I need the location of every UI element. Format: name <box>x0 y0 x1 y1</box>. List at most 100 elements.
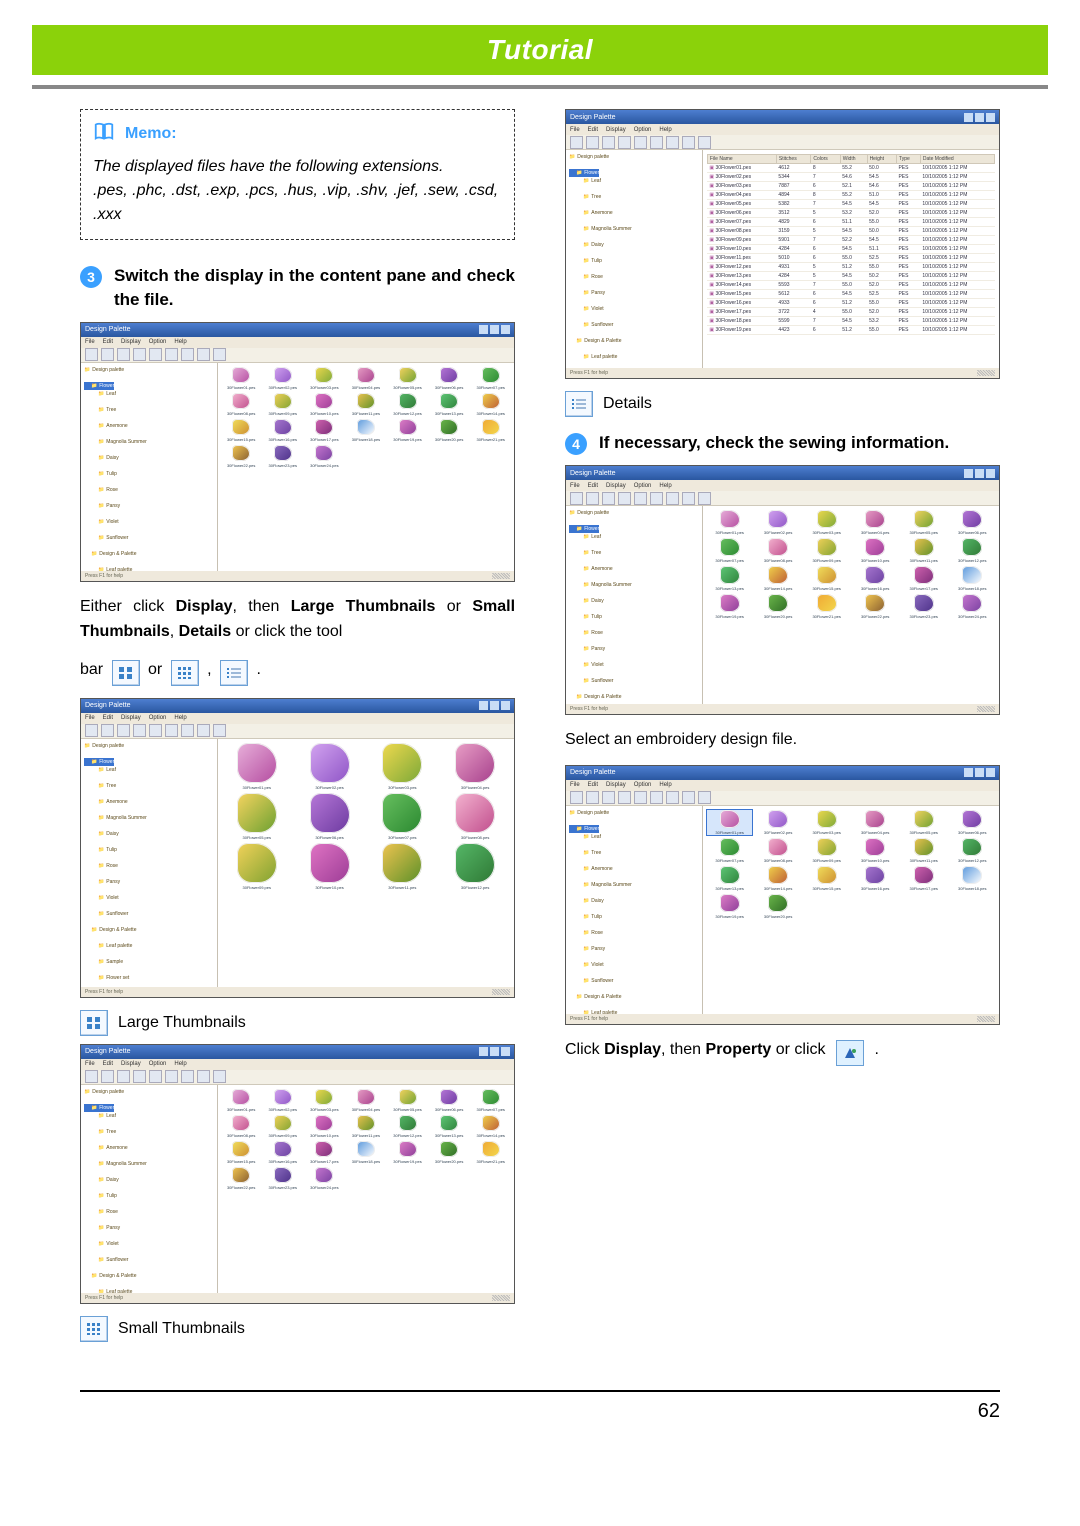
small-thumbnails-icon[interactable] <box>80 1316 108 1342</box>
toolbar-button[interactable] <box>117 724 130 737</box>
table-row[interactable]: ▣ 30Flower17.pes3722455.052.0PES10/10/20… <box>707 308 994 317</box>
tree-node[interactable]: Pansy <box>84 878 214 886</box>
thumbnail-item[interactable]: 30Flower02.pes <box>755 510 801 535</box>
details-icon[interactable] <box>220 660 248 686</box>
tree-node[interactable]: Daisy <box>84 1176 214 1184</box>
column-header[interactable]: Width <box>840 155 867 164</box>
toolbar-button[interactable] <box>650 492 663 505</box>
thumbnail-item[interactable]: 30Flower16.pes <box>263 1141 302 1164</box>
tree-node[interactable]: Magnolia Summer <box>569 581 699 589</box>
window-toolbar[interactable] <box>566 491 999 506</box>
thumbnail-item[interactable]: 30Flower17.pes <box>305 1141 344 1164</box>
column-header[interactable]: Colors <box>811 155 840 164</box>
menu-item[interactable]: Edit <box>588 483 598 489</box>
tree-node[interactable]: Pansy <box>569 289 699 297</box>
toolbar-button[interactable] <box>618 791 631 804</box>
details-icon[interactable] <box>565 391 593 417</box>
toolbar-button[interactable] <box>85 348 98 361</box>
tree-node[interactable]: Sunflower <box>84 1256 214 1264</box>
thumbnail-item[interactable]: 30Flower02.pes <box>295 743 365 790</box>
toolbar-button[interactable] <box>133 1070 146 1083</box>
thumbnail-item[interactable]: 30Flower16.pes <box>263 419 302 442</box>
thumbnail-item[interactable]: 30Flower11.pes <box>901 538 947 563</box>
table-row[interactable]: ▣ 30Flower19.pes4423651.255.0PES10/10/20… <box>707 326 994 335</box>
toolbar-button[interactable] <box>602 791 615 804</box>
toolbar-button[interactable] <box>165 348 178 361</box>
thumbnail-item[interactable]: 30Flower01.pes <box>707 510 753 535</box>
thumbnail-item[interactable]: 30Flower05.pes <box>901 810 947 835</box>
thumbnail-item[interactable]: 30Flower14.pes <box>755 866 801 891</box>
content-pane[interactable]: 30Flower01.pes30Flower02.pes30Flower03.p… <box>218 739 514 987</box>
tree-node[interactable]: Sunflower <box>569 321 699 329</box>
thumbnail-item[interactable]: 30Flower03.pes <box>305 1089 344 1112</box>
folder-tree[interactable]: Design paletteFlowerLeafTreeAnemoneMagno… <box>81 1085 218 1293</box>
tree-node[interactable]: Violet <box>569 961 699 969</box>
folder-tree[interactable]: Design paletteFlowerLeafTreeAnemoneMagno… <box>566 806 703 1014</box>
thumbnail-item[interactable]: 30Flower03.pes <box>367 743 437 790</box>
thumbnail-item[interactable]: 30Flower06.pes <box>949 810 995 835</box>
window-menubar[interactable]: FileEditDisplayOptionHelp <box>566 124 999 135</box>
toolbar-button[interactable] <box>117 1070 130 1083</box>
thumbnail-item[interactable]: 30Flower20.pes <box>755 594 801 619</box>
tree-node[interactable]: Violet <box>569 305 699 313</box>
toolbar-button[interactable] <box>149 1070 162 1083</box>
menu-item[interactable]: Edit <box>103 715 113 721</box>
thumbnail-item[interactable]: 30Flower12.pes <box>388 393 427 416</box>
toolbar-button[interactable] <box>165 1070 178 1083</box>
menu-item[interactable]: Display <box>121 339 141 345</box>
tree-node[interactable]: Violet <box>84 1240 214 1248</box>
menu-item[interactable]: Help <box>174 339 186 345</box>
thumbnail-item[interactable]: 30Flower06.pes <box>295 793 365 840</box>
thumbnail-item[interactable]: 30Flower23.pes <box>901 594 947 619</box>
toolbar-button[interactable] <box>682 791 695 804</box>
tree-node[interactable]: Design palette <box>569 509 699 517</box>
tree-node[interactable]: Flower <box>569 169 599 177</box>
toolbar-button[interactable] <box>650 791 663 804</box>
thumbnail-item[interactable]: 30Flower05.pes <box>388 1089 427 1112</box>
tree-node[interactable]: Pansy <box>569 645 699 653</box>
thumbnail-item[interactable]: 30Flower04.pes <box>852 810 898 835</box>
tree-node[interactable]: Violet <box>569 661 699 669</box>
thumbnail-item[interactable]: 30Flower09.pes <box>222 843 292 890</box>
menu-item[interactable]: Help <box>174 715 186 721</box>
thumbnail-item[interactable]: 30Flower11.pes <box>367 843 437 890</box>
window-buttons[interactable] <box>479 325 510 334</box>
thumbnail-item[interactable]: 30Flower05.pes <box>901 510 947 535</box>
thumbnail-item[interactable]: 30Flower19.pes <box>388 1141 427 1164</box>
tree-node[interactable]: Leaf <box>569 177 699 185</box>
toolbar-button[interactable] <box>133 724 146 737</box>
thumbnail-item[interactable]: 30Flower02.pes <box>263 367 302 390</box>
tree-node[interactable]: Rose <box>84 486 214 494</box>
thumbnail-item[interactable]: 30Flower06.pes <box>949 510 995 535</box>
menu-item[interactable]: Display <box>606 782 626 788</box>
toolbar-button[interactable] <box>682 492 695 505</box>
tree-node[interactable]: Design & Palette <box>84 1272 214 1280</box>
thumbnail-item[interactable]: 30Flower01.pes <box>222 743 292 790</box>
resize-grip[interactable] <box>977 706 995 712</box>
toolbar-button[interactable] <box>634 791 647 804</box>
tree-node[interactable]: Anemone <box>84 1144 214 1152</box>
thumbnail-item[interactable]: 30Flower11.pes <box>901 838 947 863</box>
thumbnail-item[interactable]: 30Flower03.pes <box>305 367 344 390</box>
thumbnail-item[interactable]: 30Flower18.pes <box>949 866 995 891</box>
toolbar-button[interactable] <box>181 1070 194 1083</box>
tree-node[interactable]: Violet <box>84 518 214 526</box>
table-row[interactable]: ▣ 30Flower16.pes4933651.255.0PES10/10/20… <box>707 299 994 308</box>
toolbar-button[interactable] <box>618 492 631 505</box>
menu-item[interactable]: Display <box>121 1061 141 1067</box>
tree-node[interactable]: Design palette <box>569 153 699 161</box>
tree-node[interactable]: Anemone <box>569 565 699 573</box>
table-row[interactable]: ▣ 30Flower04.pes4894855.251.0PES10/10/20… <box>707 191 994 200</box>
menu-item[interactable]: Display <box>121 715 141 721</box>
tree-node[interactable]: Tree <box>84 782 214 790</box>
tree-node[interactable]: Leaf palette <box>569 353 699 361</box>
toolbar-button[interactable] <box>117 348 130 361</box>
thumbnail-item[interactable]: 30Flower04.pes <box>440 743 510 790</box>
tree-node[interactable]: Design & Palette <box>569 337 699 345</box>
toolbar-button[interactable] <box>650 136 663 149</box>
menu-item[interactable]: Option <box>634 127 652 133</box>
window-menubar[interactable]: FileEditDisplayOptionHelp <box>81 713 514 724</box>
property-icon[interactable] <box>836 1040 864 1066</box>
toolbar-button[interactable] <box>698 136 711 149</box>
menu-item[interactable]: File <box>85 715 95 721</box>
